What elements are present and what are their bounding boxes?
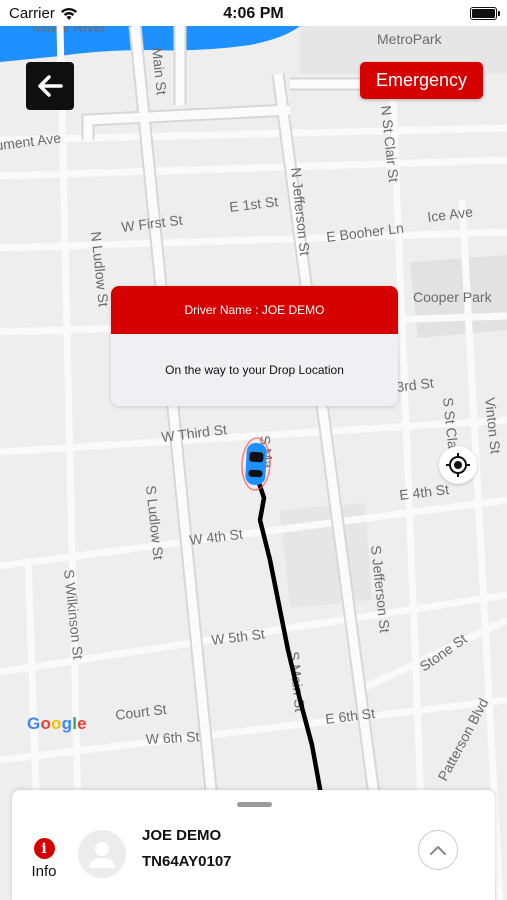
info-icon: i bbox=[33, 838, 55, 859]
expand-sheet-button[interactable] bbox=[418, 830, 458, 870]
google-logo: Google bbox=[27, 714, 87, 733]
map-canvas: Miami River MetroPark Main St ument Ave … bbox=[0, 26, 507, 900]
bottom-sheet[interactable]: i Info JOE DEMO TN64AY0107 bbox=[12, 790, 495, 900]
street-label: Cooper Park bbox=[413, 289, 493, 305]
water-label: Miami River bbox=[32, 26, 106, 35]
battery-icon bbox=[470, 7, 500, 20]
trip-status-text: On the way to your Drop Location bbox=[111, 334, 398, 406]
info-button[interactable]: i Info bbox=[28, 838, 60, 880]
map-view[interactable]: Miami River MetroPark Main St ument Ave … bbox=[0, 26, 507, 900]
driver-avatar bbox=[78, 830, 126, 878]
driver-name: JOE DEMO bbox=[142, 827, 222, 844]
info-label: Info bbox=[31, 863, 57, 880]
chevron-up-icon bbox=[430, 846, 446, 855]
back-arrow-icon bbox=[38, 75, 63, 97]
my-location-button[interactable] bbox=[439, 446, 477, 484]
emergency-button[interactable]: Emergency bbox=[360, 62, 483, 99]
status-bar: Carrier 4:06 PM bbox=[0, 0, 507, 26]
sheet-drag-handle[interactable] bbox=[237, 802, 272, 807]
driver-popup-title: Driver Name : JOE DEMO bbox=[111, 286, 398, 334]
driver-info-popup: Driver Name : JOE DEMO On the way to you… bbox=[111, 286, 398, 406]
street-label: MetroPark bbox=[377, 31, 443, 47]
person-icon bbox=[89, 842, 115, 868]
back-button[interactable] bbox=[26, 62, 74, 110]
crosshair-icon bbox=[446, 453, 470, 477]
street-label: W 6th St bbox=[145, 728, 200, 747]
clock: 4:06 PM bbox=[223, 5, 284, 22]
vehicle-number: TN64AY0107 bbox=[142, 853, 232, 870]
